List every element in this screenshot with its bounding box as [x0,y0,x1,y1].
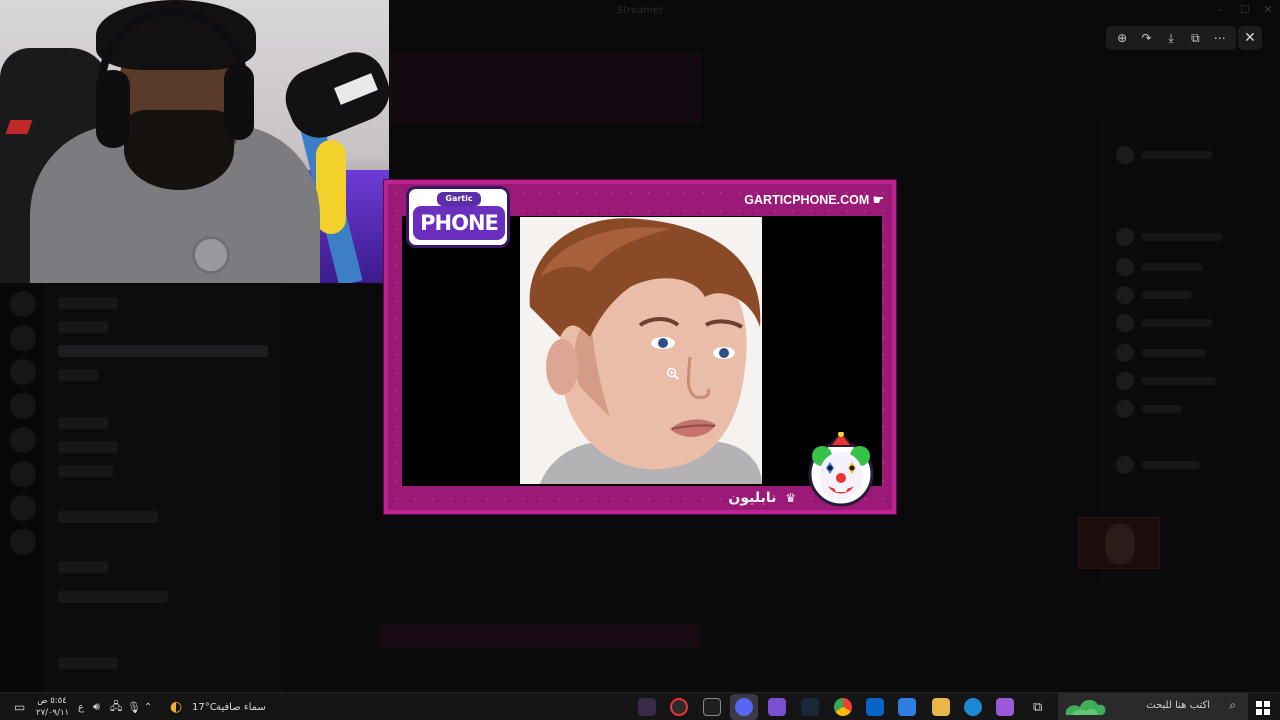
zoom-icon[interactable]: ⊕ [1112,28,1132,48]
member-item[interactable] [1116,372,1236,390]
server-icon[interactable] [10,427,36,453]
channel-item[interactable] [58,511,158,523]
channel-item[interactable] [58,297,118,309]
clown-avatar-icon [808,430,874,508]
server-icon[interactable] [10,325,36,351]
clock[interactable]: ٥:٥٤ ص ٢٧/٠٩/١١ [36,695,70,719]
server-icon[interactable] [10,495,36,521]
more-icon[interactable]: ⋯ [1210,28,1230,48]
chrome-icon[interactable] [834,698,852,716]
channel-item[interactable] [58,369,98,381]
outlook-icon[interactable] [866,698,884,716]
obs-icon[interactable] [670,698,688,716]
member-item[interactable] [1116,456,1236,474]
server-icon[interactable] [10,291,36,317]
minimize-button[interactable]: – [1210,3,1230,19]
language-indicator[interactable]: ع [78,697,84,717]
logo-top-text: Gartic [437,192,481,206]
weather-icon: ◐ [170,699,183,715]
file-explorer-icon[interactable] [932,698,950,716]
channel-item[interactable] [58,441,118,453]
hand-icon: ☛ [872,193,884,207]
copilot-2-icon[interactable] [996,698,1014,716]
mic-icon[interactable]: 🎙︎ [127,697,141,717]
author-label: نابليون [728,490,777,506]
copilot-icon[interactable] [768,698,786,716]
background-banner [390,52,700,124]
crown-icon: ♛ [785,491,796,505]
member-item[interactable] [1116,344,1236,362]
maximize-button[interactable]: ☐ [1235,3,1255,19]
weather-temp[interactable]: 17°C [192,697,217,717]
server-icon[interactable] [10,393,36,419]
store-icon[interactable] [898,698,916,716]
task-view-icon[interactable]: ⧉ [1033,697,1042,717]
background-gartic-banner [380,625,700,647]
screen: Streamer – ☐ ✕ ⊕ ↷ ⤓ ⧉ ⋯ ✕ Gartic PHONE … [0,0,1280,720]
member-item[interactable] [1116,286,1236,304]
weather-description[interactable]: سماء صافية [216,697,266,717]
member-item[interactable] [1116,400,1236,418]
member-item[interactable] [1116,228,1236,246]
weather-widget-image [1062,695,1108,719]
gartic-result-card: Gartic PHONE GARTICPHONE.COM ☛ نابليون ♛ [384,180,896,514]
speaker-icon[interactable]: 🔊︎ [93,697,100,717]
member-item[interactable] [1116,314,1236,332]
tray-overflow-icon[interactable]: ⌃ [144,697,152,717]
zoom-cursor-icon [666,366,680,381]
server-list [0,285,44,705]
clock-time: ٥:٥٤ ص [37,696,67,706]
search-icon: ⌕ [1229,698,1236,712]
chat-area [330,545,710,675]
drawing-image [520,217,762,484]
microphone [276,43,389,147]
member-item[interactable] [1116,258,1236,276]
channel-item[interactable] [58,591,168,603]
window-close-button[interactable]: ✕ [1258,3,1278,19]
user-panel[interactable] [58,657,118,669]
edge-icon[interactable] [964,698,982,716]
notification-icon[interactable]: ▭ [14,697,25,717]
channel-item[interactable] [58,465,113,477]
discord-icon[interactable] [735,698,753,716]
clock-date: ٢٧/٠٩/١١ [36,708,70,718]
xbox-icon[interactable] [703,698,721,716]
network-icon[interactable]: 🖧︎ [110,697,122,717]
close-viewer-button[interactable]: ✕ [1238,26,1262,50]
taskbar: ▭ ٥:٥٤ ص ٢٧/٠٩/١١ ع 🔊︎ 🖧︎ 🎙︎ ⌃ ◐ 17°C سم… [0,692,1280,720]
server-icon[interactable] [10,529,36,555]
steam-icon[interactable] [801,698,819,716]
share-icon[interactable]: ↷ [1137,28,1157,48]
background-thumbnail [1078,517,1160,569]
webcam-overlay [0,0,389,283]
search-placeholder: اكتب هنا للبحث [1146,700,1210,711]
url-text: GARTICPHONE.COM [744,193,870,207]
headphones [96,70,130,148]
open-external-icon[interactable]: ⧉ [1185,28,1205,48]
download-icon[interactable]: ⤓ [1161,28,1181,48]
windows-start-icon[interactable] [1256,700,1270,715]
logo-main-text: PHONE [413,206,505,240]
member-item[interactable] [1116,146,1236,164]
server-icon[interactable] [10,359,36,385]
server-icon[interactable] [10,461,36,487]
channel-item[interactable] [58,417,108,429]
image-viewer-toolbar: ⊕ ↷ ⤓ ⧉ ⋯ [1106,26,1236,50]
gartic-phone-logo: Gartic PHONE [406,186,510,248]
channel-item[interactable] [58,321,108,333]
channel-item[interactable] [58,561,108,573]
gartic-url: GARTICPHONE.COM ☛ [744,192,884,207]
channel-item[interactable] [58,345,268,357]
gartic-app-icon[interactable] [638,698,656,716]
channel-list [44,285,284,705]
author-name: نابليون ♛ [728,490,796,506]
